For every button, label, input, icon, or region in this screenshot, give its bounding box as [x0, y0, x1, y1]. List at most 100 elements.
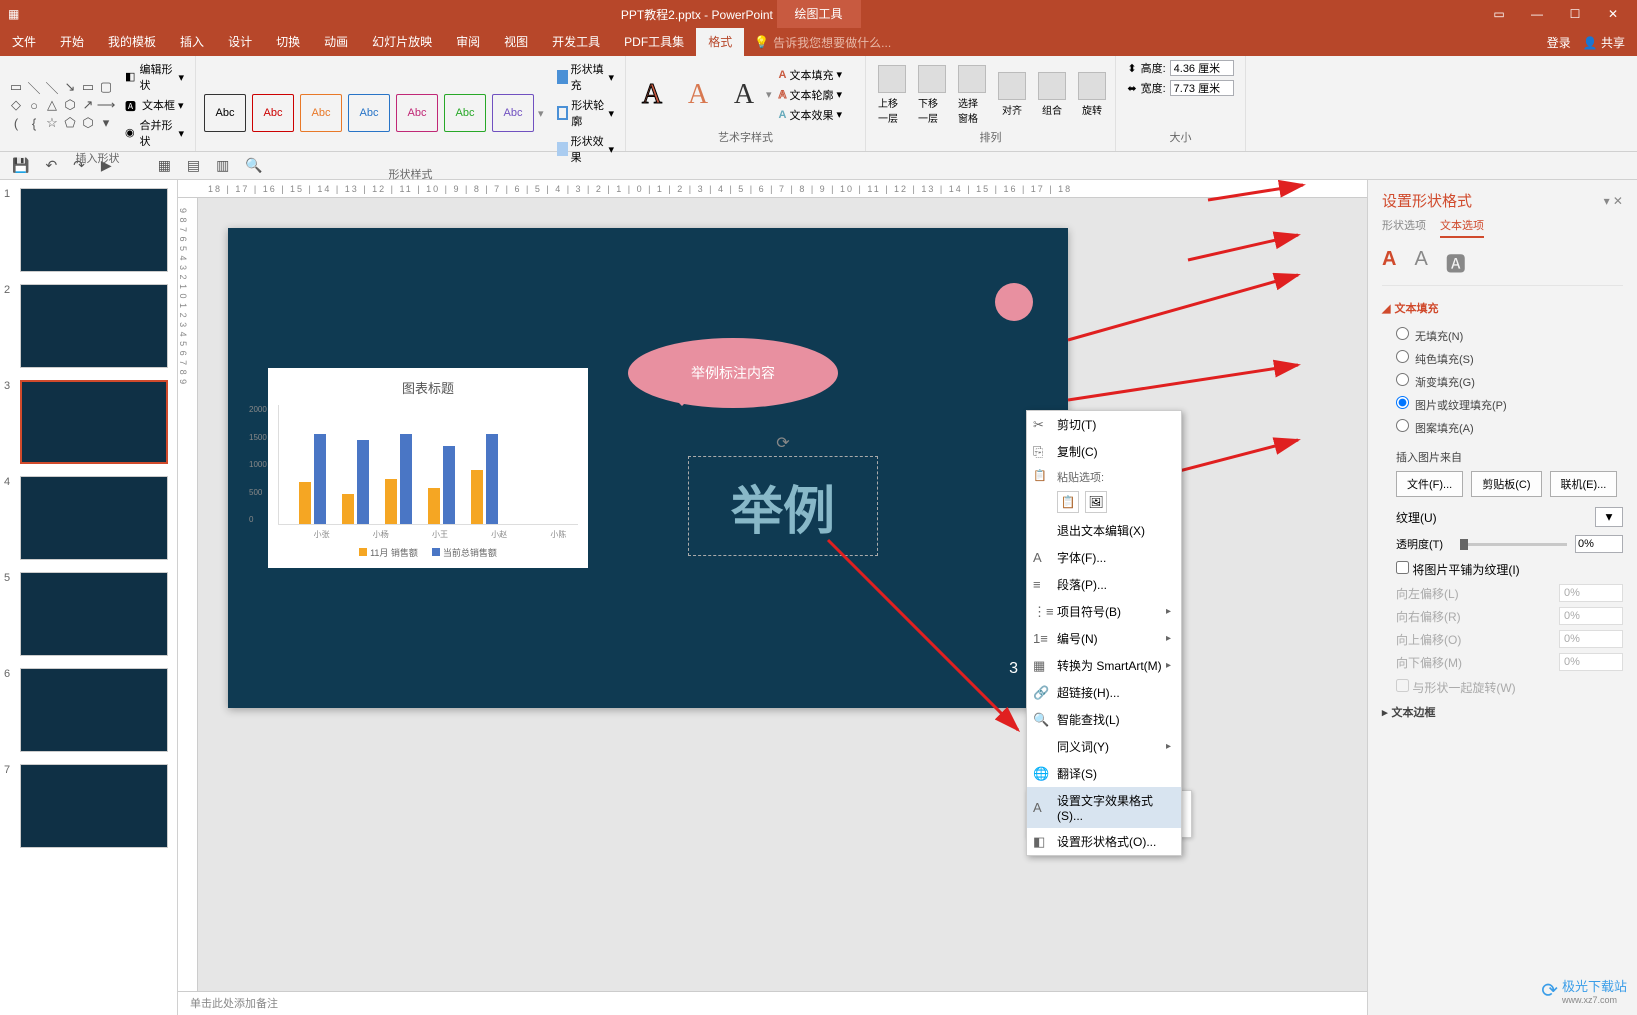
style-4[interactable]: Abc [348, 94, 390, 132]
slide-thumb-6[interactable]: 6 [4, 668, 173, 752]
pane-close-icon[interactable]: ▾ ✕ [1604, 194, 1623, 208]
notes-pane[interactable]: 单击此处添加备注 [178, 991, 1367, 1015]
height-input[interactable] [1170, 60, 1234, 76]
tell-me-input[interactable]: 💡 告诉我您想要做什么... [754, 34, 891, 51]
tab-pdf[interactable]: PDF工具集 [612, 28, 696, 56]
menu-cut[interactable]: ✂剪切(T) [1027, 411, 1181, 438]
radio-pattern-fill[interactable]: 图案填充(A) [1396, 416, 1623, 439]
paste-option-2[interactable]: 🖼 [1085, 491, 1107, 513]
slide-thumb-1[interactable]: 1 [4, 188, 173, 272]
width-input[interactable] [1170, 80, 1234, 96]
text-fill-tab-icon[interactable]: A [1382, 248, 1396, 277]
slide-thumb-7[interactable]: 7 [4, 764, 173, 848]
rotate-with-shape-checkbox[interactable]: 与形状一起旋转(W) [1396, 681, 1516, 695]
menu-numbering[interactable]: 1≡编号(N)▸ [1027, 625, 1181, 652]
wordart-gallery[interactable]: A A A [634, 74, 762, 116]
menu-exit-edit[interactable]: 退出文本编辑(X) [1027, 517, 1181, 544]
tab-shape-options[interactable]: 形状选项 [1382, 217, 1426, 238]
text-effects-tab-icon[interactable]: A [1414, 248, 1427, 277]
menu-font[interactable]: A字体(F)... [1027, 544, 1181, 571]
close-icon[interactable]: ✕ [1601, 7, 1625, 21]
texture-picker[interactable]: ▾ [1595, 507, 1623, 527]
text-box-button[interactable]: 🅰文本框 ▾ [122, 96, 187, 114]
tab-slideshow[interactable]: 幻灯片放映 [360, 28, 444, 56]
minimize-icon[interactable]: — [1525, 7, 1549, 21]
style-5[interactable]: Abc [396, 94, 438, 132]
group-button[interactable]: 组合 [1034, 70, 1070, 119]
vertical-ruler[interactable]: 9 8 7 6 5 4 3 2 1 0 1 2 3 4 5 6 7 8 9 [178, 198, 198, 991]
style-7[interactable]: Abc [492, 94, 534, 132]
paste-option-1[interactable]: 📋 [1057, 491, 1079, 513]
menu-copy[interactable]: ⎘复制(C) [1027, 438, 1181, 465]
menu-shape-format[interactable]: ◧设置形状格式(O)... [1027, 828, 1181, 855]
section-text-outline[interactable]: ▸ 文本边框 [1382, 704, 1623, 720]
style-3[interactable]: Abc [300, 94, 342, 132]
shape-outline-button[interactable]: 形状轮廓 ▾ [554, 96, 617, 130]
chart-object[interactable]: 图表标题 2000150010005000 小张小杨 [268, 368, 588, 568]
transparency-slider[interactable] [1460, 543, 1567, 546]
tile-checkbox[interactable]: 将图片平铺为纹理(I) [1396, 563, 1520, 577]
rotate-handle-icon[interactable]: ⟳ [776, 433, 789, 453]
wordart-more-icon[interactable]: ▾ [766, 88, 772, 101]
style-6[interactable]: Abc [444, 94, 486, 132]
send-backward-button[interactable]: 下移一层 [914, 63, 950, 127]
slide-thumb-2[interactable]: 2 [4, 284, 173, 368]
circle-shape[interactable] [995, 283, 1033, 321]
shape-gallery[interactable]: ▭＼＼↘▭▢ ◇○△⬡↗⟶ ({☆⬠⬡▾ [8, 79, 114, 131]
view-outline-icon[interactable]: ▤ [187, 157, 200, 174]
tab-text-options[interactable]: 文本选项 [1440, 217, 1484, 238]
tab-format[interactable]: 格式 [696, 28, 744, 56]
merge-shapes-button[interactable]: ◉合并形状 ▾ [122, 116, 187, 150]
radio-no-fill[interactable]: 无填充(N) [1396, 324, 1623, 347]
file-button[interactable]: 文件(F)... [1396, 471, 1463, 497]
gallery-more-icon[interactable]: ▾ [538, 107, 544, 120]
tab-file[interactable]: 文件 [0, 28, 48, 56]
textbox-tab-icon[interactable]: 🅰 [1446, 248, 1466, 277]
align-button[interactable]: 对齐 [994, 70, 1030, 119]
text-outline-button[interactable]: A 文本轮廓 ▾ [776, 86, 845, 104]
tab-transition[interactable]: 切换 [264, 28, 312, 56]
menu-bullets[interactable]: ⋮≡项目符号(B)▸ [1027, 598, 1181, 625]
tab-animation[interactable]: 动画 [312, 28, 360, 56]
share-button[interactable]: 👤 共享 [1583, 34, 1625, 51]
shape-fill-button[interactable]: 形状填充 ▾ [554, 60, 617, 94]
edit-shape-button[interactable]: ◧编辑形状 ▾ [122, 60, 187, 94]
slide-thumb-3[interactable]: 3 [4, 380, 173, 464]
selection-pane-button[interactable]: 选择窗格 [954, 63, 990, 127]
transparency-input[interactable] [1575, 535, 1623, 553]
menu-paragraph[interactable]: ≡段落(P)... [1027, 571, 1181, 598]
radio-picture-fill[interactable]: 图片或纹理填充(P) [1396, 393, 1623, 416]
shape-effects-button[interactable]: 形状效果 ▾ [554, 132, 617, 166]
style-2[interactable]: Abc [252, 94, 294, 132]
text-fill-button[interactable]: A 文本填充 ▾ [776, 66, 845, 84]
bring-forward-button[interactable]: 上移一层 [874, 63, 910, 127]
slide-thumbnail-panel[interactable]: 1 2 3 4 5 6 7 [0, 180, 178, 1015]
tab-templates[interactable]: 我的模板 [96, 28, 168, 56]
login-link[interactable]: 登录 [1547, 34, 1571, 51]
tab-developer[interactable]: 开发工具 [540, 28, 612, 56]
style-gallery[interactable]: Abc Abc Abc Abc Abc Abc Abc [204, 94, 534, 132]
offset-left-input[interactable] [1559, 584, 1623, 602]
tab-review[interactable]: 审阅 [444, 28, 492, 56]
tab-design[interactable]: 设计 [216, 28, 264, 56]
menu-synonyms[interactable]: 同义词(Y)▸ [1027, 733, 1181, 760]
menu-smart-lookup[interactable]: 🔍智能查找(L) [1027, 706, 1181, 733]
rotate-button[interactable]: 旋转 [1074, 70, 1110, 119]
menu-translate[interactable]: 🌐翻译(S) [1027, 760, 1181, 787]
style-1[interactable]: Abc [204, 94, 246, 132]
menu-smartart[interactable]: ▦转换为 SmartArt(M)▸ [1027, 652, 1181, 679]
offset-right-input[interactable] [1559, 607, 1623, 625]
text-effects-button[interactable]: A 文本效果 ▾ [776, 106, 845, 124]
maximize-icon[interactable]: ☐ [1563, 7, 1587, 21]
slide-thumb-5[interactable]: 5 [4, 572, 173, 656]
radio-gradient-fill[interactable]: 渐变填充(G) [1396, 370, 1623, 393]
online-button[interactable]: 联机(E)... [1550, 471, 1618, 497]
tab-home[interactable]: 开始 [48, 28, 96, 56]
offset-top-input[interactable] [1559, 630, 1623, 648]
slide-thumb-4[interactable]: 4 [4, 476, 173, 560]
radio-solid-fill[interactable]: 纯色填充(S) [1396, 347, 1623, 370]
menu-hyperlink[interactable]: 🔗超链接(H)... [1027, 679, 1181, 706]
tab-view[interactable]: 视图 [492, 28, 540, 56]
callout-shape[interactable]: 举例标注内容 [628, 338, 838, 408]
tab-insert[interactable]: 插入 [168, 28, 216, 56]
